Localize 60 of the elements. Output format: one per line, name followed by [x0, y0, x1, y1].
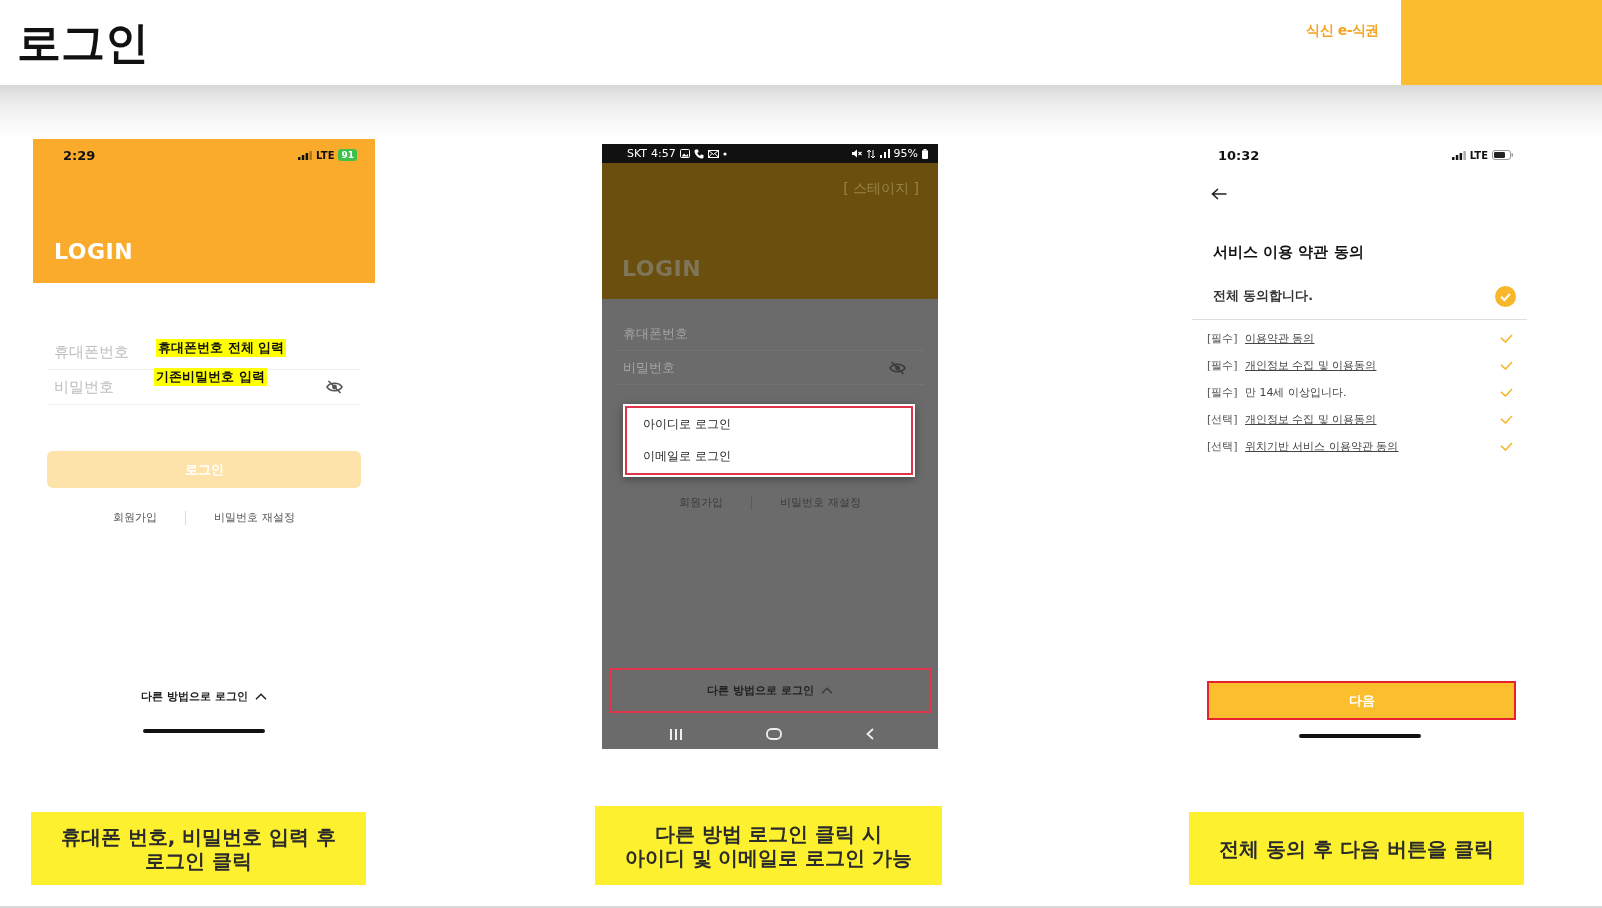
status-time: 10:32 — [1218, 147, 1260, 163]
term-tag: [필수] — [1207, 331, 1245, 346]
annotation-highlight: 휴대폰번호 전체 입력 — [156, 339, 287, 357]
menu-item[interactable]: 이메일로 로그인 — [625, 440, 913, 472]
menu-item[interactable]: 아이디로 로그인 — [625, 408, 913, 440]
phone-icon — [693, 148, 704, 159]
text-link[interactable]: 회원가입 — [113, 510, 158, 526]
mute-icon — [850, 149, 862, 158]
picture-icon — [679, 149, 690, 158]
battery-icon — [1492, 150, 1513, 160]
term-tag: [필수] — [1207, 385, 1245, 400]
check-icon[interactable] — [1500, 388, 1513, 397]
term-link[interactable]: 위치기반 서비스 이용약관 동의 — [1245, 438, 1399, 455]
dot-icon — [722, 151, 727, 156]
screen-title: 서비스 이용 약관 동의 — [1213, 242, 1365, 262]
battery-percent: 95% — [893, 146, 918, 162]
chevron-up-icon — [820, 687, 833, 694]
mail-icon — [707, 149, 719, 158]
term-link[interactable]: 개인정보 수집 및 이용동의 — [1245, 357, 1377, 374]
page-title: 로그인 — [17, 20, 149, 65]
term-tag: [선택] — [1207, 439, 1245, 454]
caption: 전체 동의 후 다음 버튼을 클릭 — [1189, 812, 1524, 885]
signal-icon — [1451, 150, 1466, 160]
battery-indicator: 91 — [338, 149, 357, 161]
term-link[interactable]: 개인정보 수집 및 이용동의 — [1245, 411, 1377, 428]
term-link[interactable]: 이용약관 동의 — [1245, 330, 1315, 347]
environment-label: [ 스테이지 ] — [843, 180, 919, 198]
login-heading: LOGIN — [53, 239, 135, 266]
annotation-highlight: 기존비밀번호 입력 — [154, 368, 267, 386]
back-icon[interactable] — [866, 728, 874, 740]
term-label: 만 14세 이상입니다. — [1245, 385, 1347, 400]
check-icon[interactable] — [1500, 334, 1513, 343]
text-link[interactable]: 비밀번호 재설정 — [214, 510, 295, 526]
status-time: 4:57 — [651, 146, 676, 162]
carrier-label: SKT — [627, 146, 648, 162]
data-arrows-icon — [865, 148, 876, 159]
recent-apps-icon[interactable] — [670, 728, 682, 740]
check-icon[interactable] — [1500, 415, 1513, 424]
other-login-button[interactable]: 다른 방법으로 로그인 — [135, 681, 273, 711]
caption: 다른 방법 로그인 클릭 시 아이디 및 이메일로 로그인 가능 — [595, 806, 942, 885]
term-tag: [선택] — [1207, 412, 1245, 427]
signal-icon — [879, 149, 890, 158]
home-icon[interactable] — [766, 728, 782, 740]
term-tag: [필수] — [1207, 358, 1245, 373]
check-icon[interactable] — [1500, 361, 1513, 370]
check-icon[interactable] — [1500, 442, 1513, 451]
caption: 휴대폰 번호, 비밀번호 입력 후 로그인 클릭 — [31, 812, 366, 885]
status-time: 2:29 — [63, 147, 96, 163]
eye-off-icon[interactable] — [326, 380, 343, 394]
signal-icon — [298, 150, 313, 160]
password-field[interactable]: 비밀번호 — [623, 354, 883, 381]
battery-icon — [922, 148, 928, 159]
agree-all-label: 전체 동의합니다. — [1213, 287, 1314, 305]
network-label: LTE — [316, 149, 335, 161]
back-arrow-icon[interactable] — [1211, 188, 1227, 200]
chevron-up-icon — [254, 692, 267, 700]
logo: 식신 e-식권 — [1306, 22, 1379, 40]
login-heading: LOGIN — [621, 256, 703, 283]
check-circle-icon[interactable] — [1495, 285, 1516, 307]
network-label: LTE — [1469, 149, 1488, 161]
